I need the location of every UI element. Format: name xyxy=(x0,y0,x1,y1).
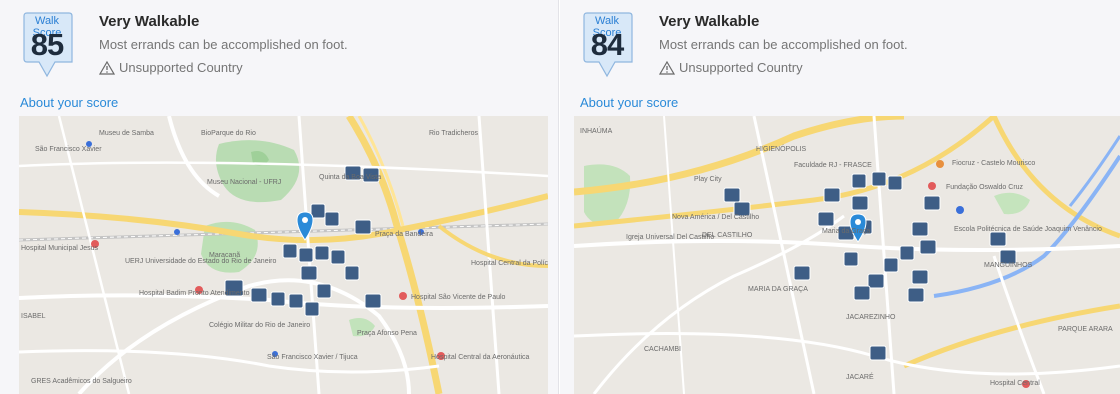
map-place-label: Maria da Graça xyxy=(822,228,871,235)
map-place-label: Fundação Oswaldo Cruz xyxy=(946,184,1024,191)
score-title: Very Walkable xyxy=(659,13,760,30)
map-place-label: GRES Acadêmicos do Salgueiro xyxy=(31,378,132,385)
walk-score-value: 85 xyxy=(30,27,64,62)
map-place-label: Fiocruz - Castelo Mourisco xyxy=(952,160,1036,167)
score-title: Very Walkable xyxy=(99,13,200,30)
map-place-label: Rio Tradicheros xyxy=(429,130,479,137)
map-place-label: Museu de Samba xyxy=(99,130,154,137)
map-place-label: HIGIENÓPOLIS xyxy=(756,146,807,153)
walk-score-value: 84 xyxy=(590,27,624,62)
map-place-label: PARQUE ARARA xyxy=(1058,326,1113,333)
map-place-label: Hospital Municipal Jesus xyxy=(21,245,99,252)
map-place-label: Praça da Bandeira xyxy=(375,231,433,238)
about-your-score-link[interactable]: About your score xyxy=(580,95,678,110)
map-place-label: Escola Politécnica de Saúde Joaquim Venâ… xyxy=(954,226,1102,233)
map-place-label: CACHAMBI xyxy=(644,346,681,353)
map-place-label: Hospital Central da Aeronáutica xyxy=(431,354,530,361)
unsupported-country-notice: Unsupported Country xyxy=(99,60,243,75)
map-place-label: Hospital Central da Polícia Militar xyxy=(471,260,548,267)
map-place-label: Colégio Militar do Rio de Janeiro xyxy=(209,322,311,329)
map-place-label: MANGUINHOS xyxy=(984,262,1033,269)
map-place-label: Hospital Badim Pronto Atendimento xyxy=(139,290,250,297)
warning-text: Unsupported Country xyxy=(679,60,803,75)
map-place-label: Hospital São Vicente de Paulo xyxy=(411,294,506,301)
map-place-label: São Francisco Xavier / Tijuca xyxy=(267,354,358,361)
map-place-label: Play City xyxy=(694,176,722,183)
map-place-label: Faculdade RJ - FRASCE xyxy=(794,162,872,169)
map-place-label: Nova América / Del Castilho xyxy=(672,214,760,221)
warning-icon xyxy=(99,60,115,75)
neighborhood-map[interactable]: Museu de Samba São Francisco Xavier BioPar… xyxy=(19,116,548,394)
map-place-label: JACAREZINHO xyxy=(846,314,896,321)
map-place-label: Museu Nacional - UFRJ xyxy=(207,179,282,186)
map-place-label: DEL CASTILHO xyxy=(702,232,753,239)
map-place-label: BioParque do Rio xyxy=(201,130,256,137)
map-place-label: ISABEL xyxy=(21,313,46,320)
walk-score-badge: Walk Score 85 xyxy=(22,12,78,78)
walkscore-panel-left: Walk Score 85 Very Walkable Most errands… xyxy=(0,0,559,394)
map-place-label: JACARÉ xyxy=(846,374,874,381)
about-your-score-link[interactable]: About your score xyxy=(20,95,118,110)
walk-score-badge: Walk Score 84 xyxy=(582,12,638,78)
map-place-label: São Francisco Xavier xyxy=(35,146,102,153)
map-place-label: INHAÚMA xyxy=(580,128,613,135)
warning-text: Unsupported Country xyxy=(119,60,243,75)
unsupported-country-notice: Unsupported Country xyxy=(659,60,803,75)
neighborhood-map[interactable]: INHAÚMA HIGIENÓPOLIS Faculdade RJ - FRASCE… xyxy=(574,116,1120,394)
map-place-label: MARIA DA GRAÇA xyxy=(748,286,808,293)
map-place-label: Quinta da Boa Vista xyxy=(319,174,382,181)
walkscore-panel-right: Walk Score 84 Very Walkable Most errands… xyxy=(560,0,1120,394)
map-place-label: Hospital Central xyxy=(990,380,1040,387)
map-place-label: Praça Afonso Pena xyxy=(357,330,417,337)
warning-icon xyxy=(659,60,675,75)
map-place-label: UERJ Universidade do Estado do Rio de Ja… xyxy=(125,258,277,265)
score-description: Most errands can be accomplished on foot… xyxy=(99,37,348,52)
score-description: Most errands can be accomplished on foot… xyxy=(659,37,908,52)
